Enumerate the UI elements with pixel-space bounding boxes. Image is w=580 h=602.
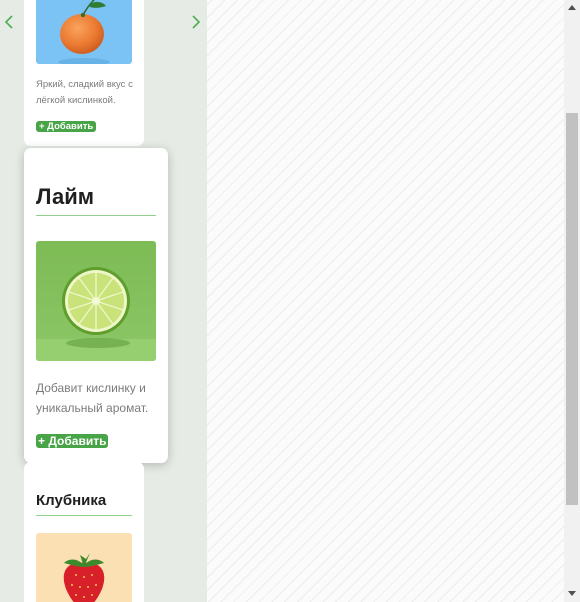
- add-to-cart-button[interactable]: + Добавить: [36, 434, 109, 448]
- product-card: Клубника: [24, 462, 144, 602]
- product-card-active: Лайм Добавит кислинку и уникальный арома…: [24, 148, 168, 463]
- scroll-up-button[interactable]: [564, 0, 580, 16]
- chevron-left-icon: [4, 15, 13, 29]
- carousel-prev-button[interactable]: [2, 12, 16, 32]
- mandarin-photo: [36, 0, 132, 64]
- caret-up-icon: [568, 5, 576, 10]
- scroll-thumb[interactable]: [566, 113, 578, 505]
- strawberry-photo: [36, 533, 132, 602]
- product-title: Клубника: [36, 492, 107, 509]
- product-card: Яркий, сладкий вкус с лёгкой кислинкой. …: [24, 0, 144, 146]
- lime-photo: [36, 241, 156, 361]
- scroll-down-button[interactable]: [564, 586, 580, 602]
- add-to-cart-button[interactable]: + Добавить: [36, 121, 97, 132]
- caret-down-icon: [568, 591, 576, 596]
- vertical-scrollbar[interactable]: [564, 0, 580, 602]
- title-divider: [36, 515, 132, 516]
- title-divider: [36, 215, 156, 216]
- carousel-next-button[interactable]: [189, 12, 203, 32]
- product-description: Яркий, сладкий вкус с лёгкой кислинкой.: [36, 79, 133, 106]
- chevron-right-icon: [192, 15, 201, 29]
- product-title: Лайм: [36, 184, 95, 209]
- product-description: Добавит кислинку и уникальный аромат.: [36, 381, 149, 415]
- striped-background-area: [207, 0, 564, 602]
- product-carousel: Яркий, сладкий вкус с лёгкой кислинкой. …: [0, 0, 207, 602]
